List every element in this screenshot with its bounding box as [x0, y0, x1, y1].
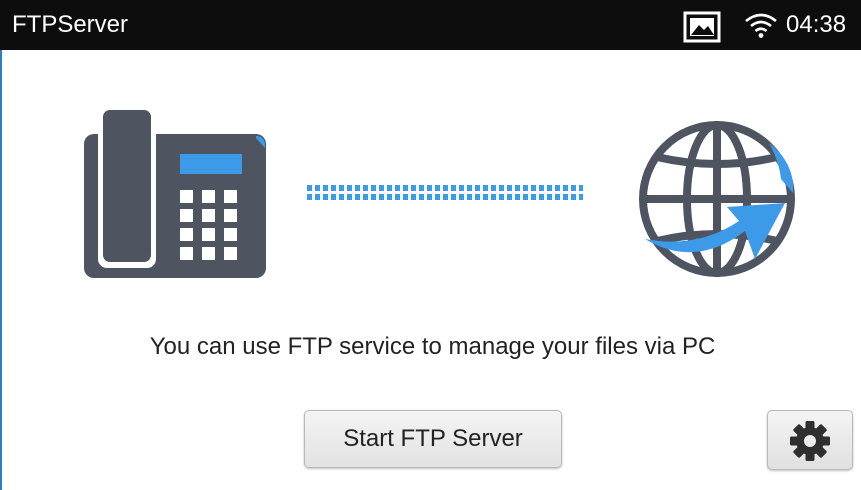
globe-icon	[639, 121, 795, 277]
wifi-icon	[745, 13, 777, 38]
ftp-description: You can use FTP service to manage your f…	[149, 333, 716, 360]
app-title: FTPServer	[12, 11, 129, 38]
gear-icon	[790, 421, 830, 461]
settings-button[interactable]	[767, 410, 853, 470]
clock: 04:38	[786, 11, 847, 38]
dotted-connection	[307, 185, 583, 200]
ftp-server-panel: You can use FTP service to manage your f…	[0, 50, 861, 490]
start-ftp-server-button[interactable]: Start FTP Server	[304, 410, 562, 468]
desk-phone-icon	[84, 106, 266, 278]
status-bar: FTPServer 04:38	[0, 0, 861, 50]
gallery-icon	[683, 11, 721, 43]
